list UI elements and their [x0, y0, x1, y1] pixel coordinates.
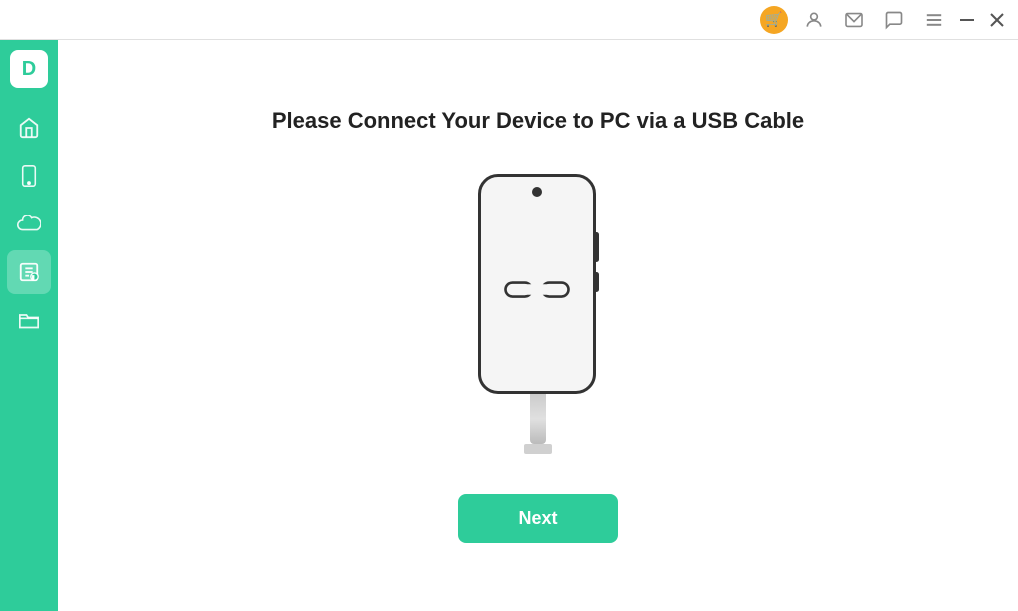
- phone-camera: [532, 187, 542, 197]
- window-controls: [956, 9, 1008, 31]
- svg-text:!: !: [32, 276, 34, 282]
- sidebar-item-backup[interactable]: !: [7, 250, 51, 294]
- link-icon-container: [502, 272, 572, 307]
- phone-side-button-2: [594, 272, 599, 292]
- minimize-button[interactable]: [956, 9, 978, 31]
- app-logo[interactable]: D: [10, 50, 48, 88]
- mail-icon[interactable]: [840, 6, 868, 34]
- menu-icon[interactable]: [920, 6, 948, 34]
- title-bar: 🛒: [0, 0, 1018, 40]
- title-bar-icons: 🛒: [760, 6, 948, 34]
- next-button[interactable]: Next: [458, 494, 617, 543]
- phone-body: [478, 174, 596, 394]
- sidebar-item-folder[interactable]: [7, 298, 51, 342]
- sidebar-item-device[interactable]: [7, 154, 51, 198]
- sidebar: D !: [0, 40, 58, 611]
- sidebar-item-cloud[interactable]: [7, 202, 51, 246]
- usb-cable: [530, 394, 546, 444]
- usb-connector: [524, 444, 552, 454]
- close-button[interactable]: [986, 9, 1008, 31]
- phone-side-button: [594, 232, 599, 262]
- usb-cable-area: [478, 394, 598, 454]
- content-area: Please Connect Your Device to PC via a U…: [58, 40, 1018, 611]
- sidebar-item-home[interactable]: [7, 106, 51, 150]
- main-layout: D !: [0, 40, 1018, 611]
- chat-icon[interactable]: [880, 6, 908, 34]
- link-icon: [502, 272, 572, 307]
- cart-icon[interactable]: 🛒: [760, 6, 788, 34]
- page-title: Please Connect Your Device to PC via a U…: [272, 108, 804, 134]
- phone-illustration: [478, 174, 598, 454]
- user-icon[interactable]: [800, 6, 828, 34]
